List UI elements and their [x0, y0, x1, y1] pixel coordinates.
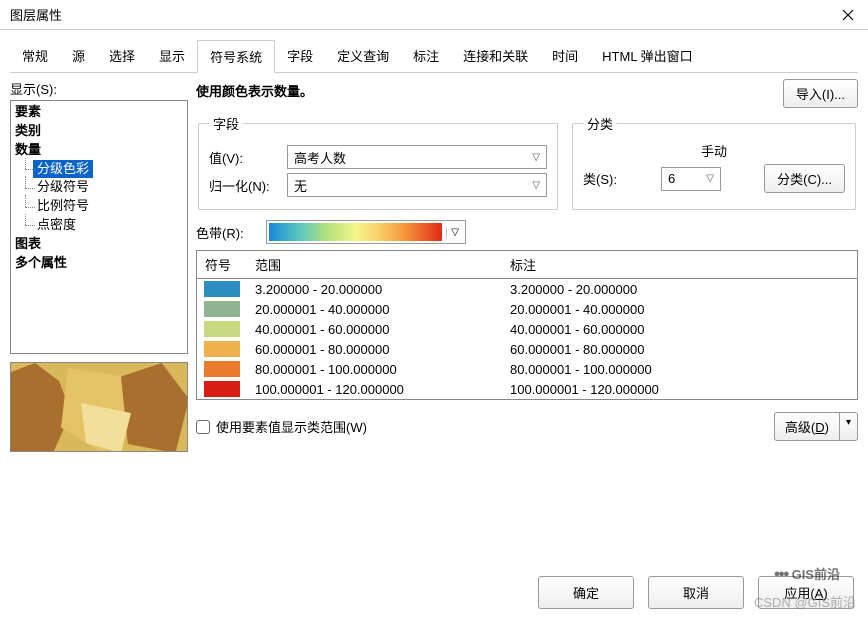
classify-method: 手动: [583, 141, 845, 160]
label-cell: 40.000001 - 60.000000: [502, 322, 857, 337]
normalize-label: 归一化(N):: [209, 176, 279, 195]
chevron-down-icon: ▽: [706, 173, 714, 184]
col-label[interactable]: 标注: [502, 251, 857, 278]
value-label: 值(V):: [209, 148, 279, 167]
tab-显示[interactable]: 显示: [147, 40, 197, 72]
color-swatch: [204, 381, 240, 397]
fields-legend: 字段: [209, 114, 243, 133]
tree-item[interactable]: 比例符号: [15, 197, 183, 216]
show-feature-values-checkbox[interactable]: [196, 420, 210, 434]
label-cell: 100.000001 - 120.000000: [502, 382, 857, 397]
tab-定义查询[interactable]: 定义查询: [325, 40, 401, 72]
wechat-icon: ●●●: [774, 568, 788, 580]
classify-group: 分类 手动 类(S): 6 ▽ 分类(C)...: [572, 114, 856, 210]
show-label: 显示(S):: [10, 79, 188, 98]
color-swatch: [204, 361, 240, 377]
tab-源[interactable]: 源: [60, 40, 97, 72]
color-ramp-select[interactable]: ▽: [266, 220, 466, 244]
import-button[interactable]: 导入(I)...: [783, 79, 858, 108]
tab-HTML 弹出窗口[interactable]: HTML 弹出窗口: [590, 40, 705, 72]
label-cell: 60.000001 - 80.000000: [502, 342, 857, 357]
tree-item[interactable]: 分级符号: [15, 178, 183, 197]
close-icon: [842, 9, 854, 21]
map-preview: [10, 362, 188, 452]
color-ramp-preview: [269, 223, 442, 241]
table-row[interactable]: 60.000001 - 80.00000060.000001 - 80.0000…: [197, 339, 857, 359]
label-cell: 20.000001 - 40.000000: [502, 302, 857, 317]
classes-label: 类(S):: [583, 169, 653, 188]
classes-value: 6: [668, 171, 675, 186]
watermark-brand: ●●● GIS前沿: [774, 564, 840, 583]
chevron-down-icon: ▽: [532, 180, 540, 191]
tab-时间[interactable]: 时间: [540, 40, 590, 72]
table-row[interactable]: 3.200000 - 20.0000003.200000 - 20.000000: [197, 279, 857, 299]
range-cell: 3.200000 - 20.000000: [247, 282, 502, 297]
color-swatch: [204, 301, 240, 317]
ribbon-label: 色带(R):: [196, 223, 256, 242]
class-table[interactable]: 符号 范围 标注 3.200000 - 20.0000003.200000 - …: [196, 250, 858, 400]
range-cell: 100.000001 - 120.000000: [247, 382, 502, 397]
tree-item[interactable]: 点密度: [15, 216, 183, 235]
normalize-selected: 无: [294, 176, 307, 195]
chevron-down-icon: ▽: [532, 152, 540, 163]
normalize-select[interactable]: 无 ▽: [287, 173, 547, 197]
ok-button[interactable]: 确定: [538, 576, 634, 609]
tab-连接和关联[interactable]: 连接和关联: [451, 40, 540, 72]
tree-item[interactable]: 数量: [15, 141, 183, 160]
close-button[interactable]: [828, 0, 868, 30]
category-tree[interactable]: 要素类别数量分级色彩分级符号比例符号点密度图表多个属性: [10, 100, 188, 354]
watermark-csdn: CSDN @GIS前沿: [754, 592, 856, 611]
cancel-button[interactable]: 取消: [648, 576, 744, 609]
classify-legend: 分类: [583, 114, 617, 133]
table-row[interactable]: 40.000001 - 60.00000040.000001 - 60.0000…: [197, 319, 857, 339]
classes-select[interactable]: 6 ▽: [661, 167, 721, 191]
range-cell: 60.000001 - 80.000000: [247, 342, 502, 357]
classify-button[interactable]: 分类(C)...: [764, 164, 845, 193]
tree-item[interactable]: 分级色彩: [33, 160, 93, 179]
tab-字段[interactable]: 字段: [275, 40, 325, 72]
tab-标注[interactable]: 标注: [401, 40, 451, 72]
color-swatch: [204, 341, 240, 357]
fields-group: 字段 值(V): 高考人数 ▽ 归一化(N): 无 ▽: [198, 114, 558, 210]
value-select[interactable]: 高考人数 ▽: [287, 145, 547, 169]
col-range[interactable]: 范围: [247, 251, 502, 278]
tab-选择[interactable]: 选择: [97, 40, 147, 72]
table-row[interactable]: 100.000001 - 120.000000100.000001 - 120.…: [197, 379, 857, 399]
label-cell: 80.000001 - 100.000000: [502, 362, 857, 377]
table-row[interactable]: 20.000001 - 40.00000020.000001 - 40.0000…: [197, 299, 857, 319]
chevron-down-icon: ▽: [446, 227, 463, 238]
range-cell: 40.000001 - 60.000000: [247, 322, 502, 337]
tree-item[interactable]: 类别: [15, 122, 183, 141]
tab-符号系统[interactable]: 符号系统: [197, 40, 275, 73]
tree-item[interactable]: 要素: [15, 103, 183, 122]
advanced-button[interactable]: 高级(D) ▾: [774, 412, 858, 441]
description-text: 使用颜色表示数量。: [196, 79, 777, 100]
color-swatch: [204, 281, 240, 297]
range-cell: 20.000001 - 40.000000: [247, 302, 502, 317]
col-symbol[interactable]: 符号: [197, 251, 247, 278]
value-selected: 高考人数: [294, 148, 346, 167]
label-cell: 3.200000 - 20.000000: [502, 282, 857, 297]
range-cell: 80.000001 - 100.000000: [247, 362, 502, 377]
table-row[interactable]: 80.000001 - 100.00000080.000001 - 100.00…: [197, 359, 857, 379]
color-swatch: [204, 321, 240, 337]
show-feature-values-label: 使用要素值显示类范围(W): [216, 417, 367, 436]
chevron-down-icon: ▾: [839, 413, 857, 440]
tree-item[interactable]: 图表: [15, 235, 183, 254]
tree-item[interactable]: 多个属性: [15, 254, 183, 273]
tab-常规[interactable]: 常规: [10, 40, 60, 72]
window-title: 图层属性: [10, 5, 62, 24]
